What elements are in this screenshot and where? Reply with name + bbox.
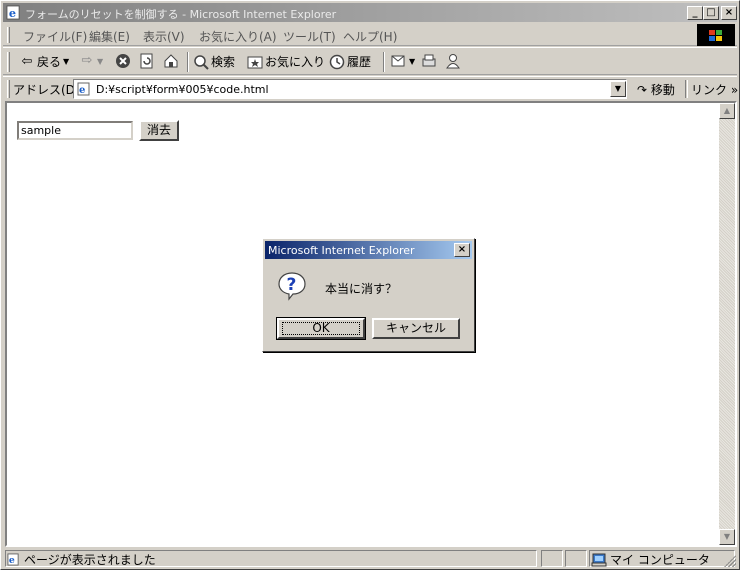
computer-icon [591, 553, 607, 566]
toolbar-grip [7, 52, 10, 72]
title-bar[interactable]: e フォームのリセットを制御する - Microsoft Internet Ex… [3, 3, 737, 22]
scroll-up-button[interactable]: ▲ [719, 103, 735, 119]
menu-help[interactable]: ヘルプ(H) [343, 28, 397, 45]
minimize-button[interactable]: _ [687, 6, 703, 20]
ie-logo-icon: e [6, 5, 20, 20]
stop-button[interactable] [115, 53, 131, 69]
menu-file[interactable]: ファイル(F) [23, 28, 87, 45]
favorites-icon [247, 56, 263, 68]
favorites-button[interactable]: お気に入り [247, 53, 325, 70]
confirm-dialog: Microsoft Internet Explorer × ? 本当に消す？ O… [262, 238, 475, 352]
status-pane-progress [541, 550, 563, 567]
home-button[interactable] [163, 53, 179, 69]
search-button[interactable]: 検索 [193, 53, 235, 70]
menu-grip [7, 27, 10, 43]
forward-button[interactable]: ⇨ ▼ [79, 53, 104, 69]
status-main-pane [5, 550, 537, 567]
address-input[interactable]: e D:¥script¥form¥005¥code.html ▼ [73, 79, 627, 99]
dialog-title: Microsoft Internet Explorer [268, 244, 415, 257]
back-arrow-icon: ⇦ [21, 53, 33, 69]
close-window-button[interactable]: × [721, 6, 737, 20]
go-label: 移動 [650, 83, 675, 97]
windows-logo-icon [697, 24, 735, 46]
ok-button[interactable]: OK [276, 317, 366, 340]
go-button[interactable]: ↷ 移動 [637, 81, 675, 98]
svg-text:e: e [79, 85, 85, 96]
toolbar-separator [187, 52, 189, 72]
address-dropdown-button[interactable]: ▼ [610, 81, 626, 97]
clear-button[interactable]: 消去 [139, 120, 179, 141]
cancel-button[interactable]: キャンセル [372, 318, 460, 339]
status-bar: e ページが表示されました マイ コンピュータ [3, 549, 737, 568]
browser-window: e フォームのリセットを制御する - Microsoft Internet Ex… [0, 0, 740, 570]
search-label: 検索 [211, 55, 236, 69]
go-arrow-icon: ↷ [637, 83, 648, 97]
ie-page-icon: e [77, 82, 90, 96]
status-pane-secure [565, 550, 587, 567]
history-button[interactable]: 履歴 [329, 53, 371, 70]
zone-label: マイ コンピュータ [610, 553, 710, 567]
ok-focus-rect [282, 322, 360, 335]
mail-button[interactable]: ▼ [391, 53, 415, 69]
dialog-close-button[interactable]: × [454, 243, 470, 257]
dialog-message: 本当に消す？ [325, 282, 398, 296]
maximize-button[interactable]: □ [703, 6, 719, 20]
mail-dropdown-icon[interactable]: ▼ [409, 57, 415, 66]
links-button[interactable]: リンク » [691, 81, 738, 98]
toolbar-separator [383, 52, 385, 72]
forward-arrow-icon: ⇨ [81, 53, 93, 68]
svg-text:e: e [9, 6, 16, 20]
print-button[interactable] [421, 53, 437, 69]
mail-icon [391, 55, 405, 67]
menu-view[interactable]: 表示(V) [143, 28, 185, 45]
menu-favorites[interactable]: お気に入り(A) [199, 28, 277, 45]
refresh-icon [140, 53, 153, 69]
print-icon [422, 54, 436, 67]
forward-dropdown-icon[interactable]: ▼ [97, 57, 103, 66]
menu-edit[interactable]: 編集(E) [89, 28, 130, 45]
messenger-button[interactable] [445, 53, 461, 69]
address-grip [7, 80, 10, 98]
svg-text:?: ? [287, 275, 297, 295]
history-label: 履歴 [347, 55, 372, 69]
address-label: アドレス(D) [13, 83, 80, 97]
refresh-button[interactable] [139, 53, 155, 69]
menu-bar: ファイル(F) 編集(E) 表示(V) お気に入り(A) ツール(T) ヘルプ(… [3, 24, 737, 46]
question-icon: ? [278, 272, 306, 301]
messenger-icon [446, 54, 460, 69]
dialog-title-bar[interactable]: Microsoft Internet Explorer × [265, 241, 472, 259]
sample-text-input[interactable] [17, 121, 133, 140]
favorites-label: お気に入り [265, 55, 326, 69]
history-icon [329, 54, 345, 69]
standard-toolbar: ⇦ 戻る ▼ ⇨ ▼ 検索 お気に入り 履歴 ▼ [3, 47, 737, 75]
address-bar: アドレス(D) e D:¥script¥form¥005¥code.html ▼… [3, 76, 738, 100]
home-icon [164, 54, 178, 68]
links-separator [685, 80, 688, 98]
stop-icon [116, 54, 130, 68]
back-button[interactable]: ⇦ 戻る ▼ [19, 53, 70, 70]
menu-tools[interactable]: ツール(T) [283, 28, 336, 45]
zone-indicator[interactable]: マイ コンピュータ [591, 551, 710, 568]
vertical-scrollbar[interactable]: ▲ ▼ [719, 103, 735, 545]
back-dropdown-icon[interactable]: ▼ [63, 57, 69, 66]
window-title: フォームのリセットを制御する - Microsoft Internet Expl… [25, 8, 337, 21]
search-icon [194, 54, 209, 70]
address-url: D:¥script¥form¥005¥code.html [96, 83, 269, 96]
back-label: 戻る [37, 55, 62, 69]
scroll-down-button[interactable]: ▼ [719, 529, 735, 545]
resize-grip[interactable] [724, 555, 736, 567]
